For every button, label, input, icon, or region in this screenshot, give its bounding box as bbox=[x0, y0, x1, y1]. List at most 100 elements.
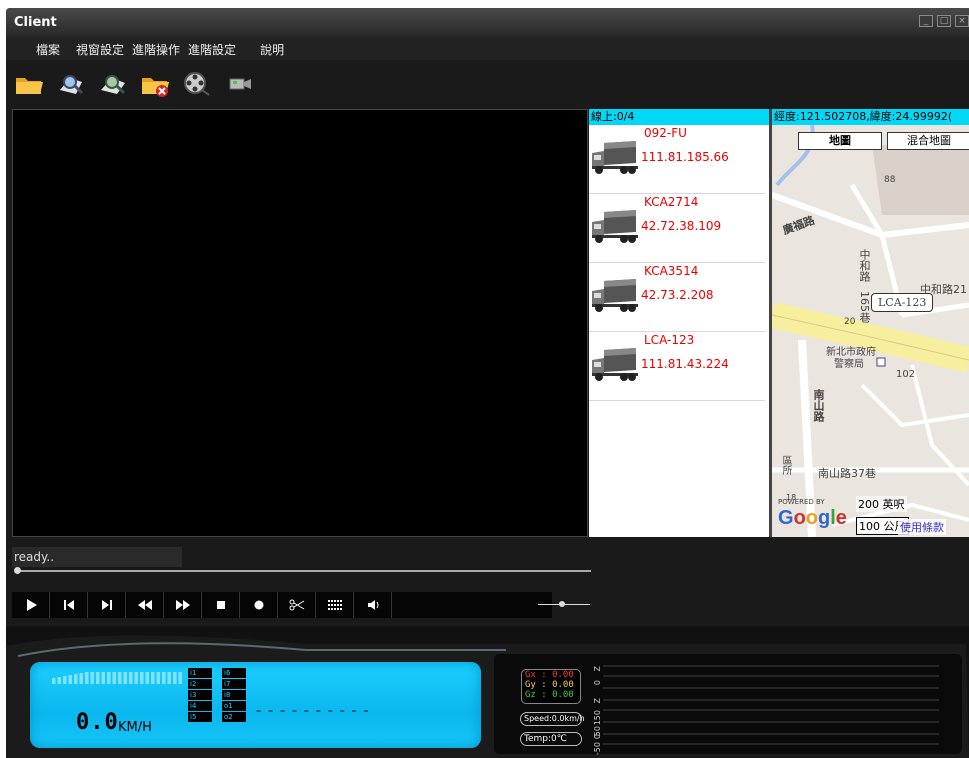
vehicle-item[interactable]: LCA-123 111.81.43.224 bbox=[589, 332, 765, 401]
volume-slider-handle[interactable] bbox=[559, 601, 565, 607]
temperature-readout: Temp:0℃ bbox=[520, 732, 582, 746]
menu-bar: 檔案 視窗設定 進階操作 進階設定 說明 bbox=[6, 38, 969, 60]
volume-button[interactable] bbox=[354, 592, 392, 618]
camera-button[interactable] bbox=[222, 67, 256, 101]
graph-axis-label: -50 bbox=[593, 742, 602, 756]
vehicle-ip: 111.81.185.66 bbox=[641, 150, 729, 164]
map-label-zhonghe-rd-vertical: 中和路 bbox=[858, 249, 871, 282]
speed-bar-segment bbox=[107, 672, 111, 684]
open-folder-button[interactable] bbox=[12, 67, 46, 101]
speed-bar-segment bbox=[145, 672, 149, 684]
client-window: Client _ □ × 檔案 視窗設定 進階操作 進階設定 說明 線上:0/4… bbox=[6, 8, 969, 758]
scale-imperial: 200 英呎 bbox=[856, 496, 907, 512]
speed-bar-segment bbox=[162, 672, 166, 684]
hybrid-view-button[interactable]: 混合地圖 bbox=[887, 132, 969, 150]
vehicle-ip: 111.81.43.224 bbox=[641, 357, 729, 371]
vehicle-name: LCA-123 bbox=[644, 333, 695, 347]
speed-bar-segment bbox=[112, 672, 116, 684]
map-label-lane-165: 165巷 bbox=[858, 291, 871, 323]
minimize-button[interactable]: _ bbox=[919, 15, 933, 27]
skip-back-icon bbox=[63, 600, 74, 610]
stop-button[interactable] bbox=[202, 592, 240, 618]
record-button[interactable] bbox=[240, 592, 278, 618]
speed-value: 0.0 bbox=[76, 710, 119, 735]
online-count: 線上:0/4 bbox=[589, 109, 769, 125]
close-button[interactable]: × bbox=[955, 15, 969, 27]
maximize-button[interactable]: □ bbox=[937, 15, 951, 27]
output-indicators: i6 i7 i8 o1 o2 bbox=[222, 668, 246, 722]
film-playback-button[interactable] bbox=[180, 67, 214, 101]
search-document-button[interactable] bbox=[54, 67, 88, 101]
speed-bar-segment bbox=[63, 676, 67, 684]
gy-readout: Gy : 0.00 bbox=[525, 680, 574, 690]
vehicle-item[interactable]: KCA2714 42.72.38.109 bbox=[589, 194, 765, 263]
vehicle-ip: 42.73.2.208 bbox=[641, 288, 714, 302]
delete-folder-button[interactable] bbox=[138, 67, 172, 101]
next-button[interactable] bbox=[88, 592, 126, 618]
speed-bar-segment bbox=[173, 672, 177, 684]
vehicle-item[interactable]: KCA3514 42.73.2.208 bbox=[589, 263, 765, 332]
io-indicator: i1 bbox=[188, 668, 212, 678]
graph-axis-label: 0 bbox=[593, 734, 602, 740]
input-indicators: i1 i2 i3 i4 i5 bbox=[188, 668, 212, 722]
speed-bar-segment bbox=[134, 672, 138, 684]
menu-window-settings[interactable]: 視窗設定 bbox=[68, 38, 132, 60]
map-label-88: 88 bbox=[884, 175, 896, 185]
map-panel[interactable]: 經度:121.502708,緯度:24.99992( 地圖 混合地圖 廣福路 8… bbox=[772, 109, 969, 537]
vehicle-list-panel: 線上:0/4 092-FU 111.81.185.66 KCA2714 42.72.… bbox=[589, 109, 772, 537]
grid-layout-button[interactable] bbox=[316, 592, 354, 618]
truck-icon bbox=[592, 348, 638, 381]
folder-delete-icon bbox=[142, 78, 169, 97]
vehicle-name: KCA2714 bbox=[644, 195, 699, 209]
io-indicator: i7 bbox=[222, 679, 246, 689]
gx-readout: Gx : 0.00 bbox=[525, 670, 574, 680]
map-label-police-2: 警察局 bbox=[834, 359, 864, 370]
rewind-icon bbox=[137, 600, 152, 610]
previous-button[interactable] bbox=[50, 592, 88, 618]
speed-readout: Speed:0.0km/h bbox=[520, 712, 585, 726]
cut-button[interactable] bbox=[278, 592, 316, 618]
record-icon bbox=[254, 600, 263, 610]
speed-bar-segment bbox=[129, 672, 133, 684]
menu-file[interactable]: 檔案 bbox=[28, 38, 68, 60]
truck-icon bbox=[592, 141, 638, 174]
terms-of-use-link[interactable]: 使用條款 bbox=[898, 519, 946, 535]
map-label-102: 102 bbox=[896, 369, 916, 380]
vehicle-dashboard: 0.0 KM/H i1 i2 i3 i4 i5 i6 i7 i8 o1 o2 - - - - -… bbox=[6, 626, 969, 758]
play-button[interactable] bbox=[12, 592, 50, 618]
play-icon bbox=[26, 599, 37, 611]
menu-advanced-operations[interactable]: 進階操作 bbox=[132, 38, 188, 60]
status-text: ready.. bbox=[12, 547, 182, 567]
stop-icon bbox=[216, 601, 225, 609]
powered-by-label: POWERED BY bbox=[778, 498, 825, 506]
vehicle-map-marker[interactable]: LCA-123 bbox=[871, 293, 934, 312]
playback-progress-track[interactable] bbox=[16, 570, 591, 572]
fast-forward-button[interactable] bbox=[164, 592, 202, 618]
open-folder-icon bbox=[16, 78, 43, 94]
playback-progress-handle[interactable] bbox=[14, 567, 21, 574]
menu-help[interactable]: 說明 bbox=[244, 38, 292, 60]
rewind-button[interactable] bbox=[126, 592, 164, 618]
map-view-button[interactable]: 地圖 bbox=[798, 132, 882, 150]
speed-bar-segment bbox=[90, 672, 94, 684]
search-doc-icon bbox=[60, 75, 84, 95]
vehicle-name: 092-FU bbox=[644, 126, 687, 140]
speed-bar-segment bbox=[178, 672, 182, 684]
speed-bar-segment bbox=[74, 674, 78, 684]
grid-icon bbox=[327, 600, 342, 610]
menu-advanced-settings[interactable]: 進階設定 bbox=[188, 38, 244, 60]
playback-controls bbox=[12, 592, 552, 618]
map-search-button[interactable] bbox=[96, 67, 130, 101]
cut-icon bbox=[289, 599, 304, 611]
speed-bar-segment bbox=[101, 672, 105, 684]
video-display[interactable] bbox=[12, 109, 588, 537]
speedometer-lcd: 0.0 KM/H i1 i2 i3 i4 i5 i6 i7 i8 o1 o2 - - - - -… bbox=[30, 662, 481, 748]
vehicle-item[interactable]: 092-FU 111.81.185.66 bbox=[589, 125, 765, 194]
graph-axis-label: Z bbox=[593, 698, 602, 704]
io-indicator: i6 bbox=[222, 668, 246, 678]
speed-bar-segment bbox=[167, 672, 171, 684]
speed-bar-segment bbox=[57, 677, 61, 684]
speed-bar-segment bbox=[118, 672, 122, 684]
map-label-nanshan-rd: 南山路 bbox=[812, 389, 825, 422]
graph-axis-label: 0 bbox=[593, 680, 602, 686]
